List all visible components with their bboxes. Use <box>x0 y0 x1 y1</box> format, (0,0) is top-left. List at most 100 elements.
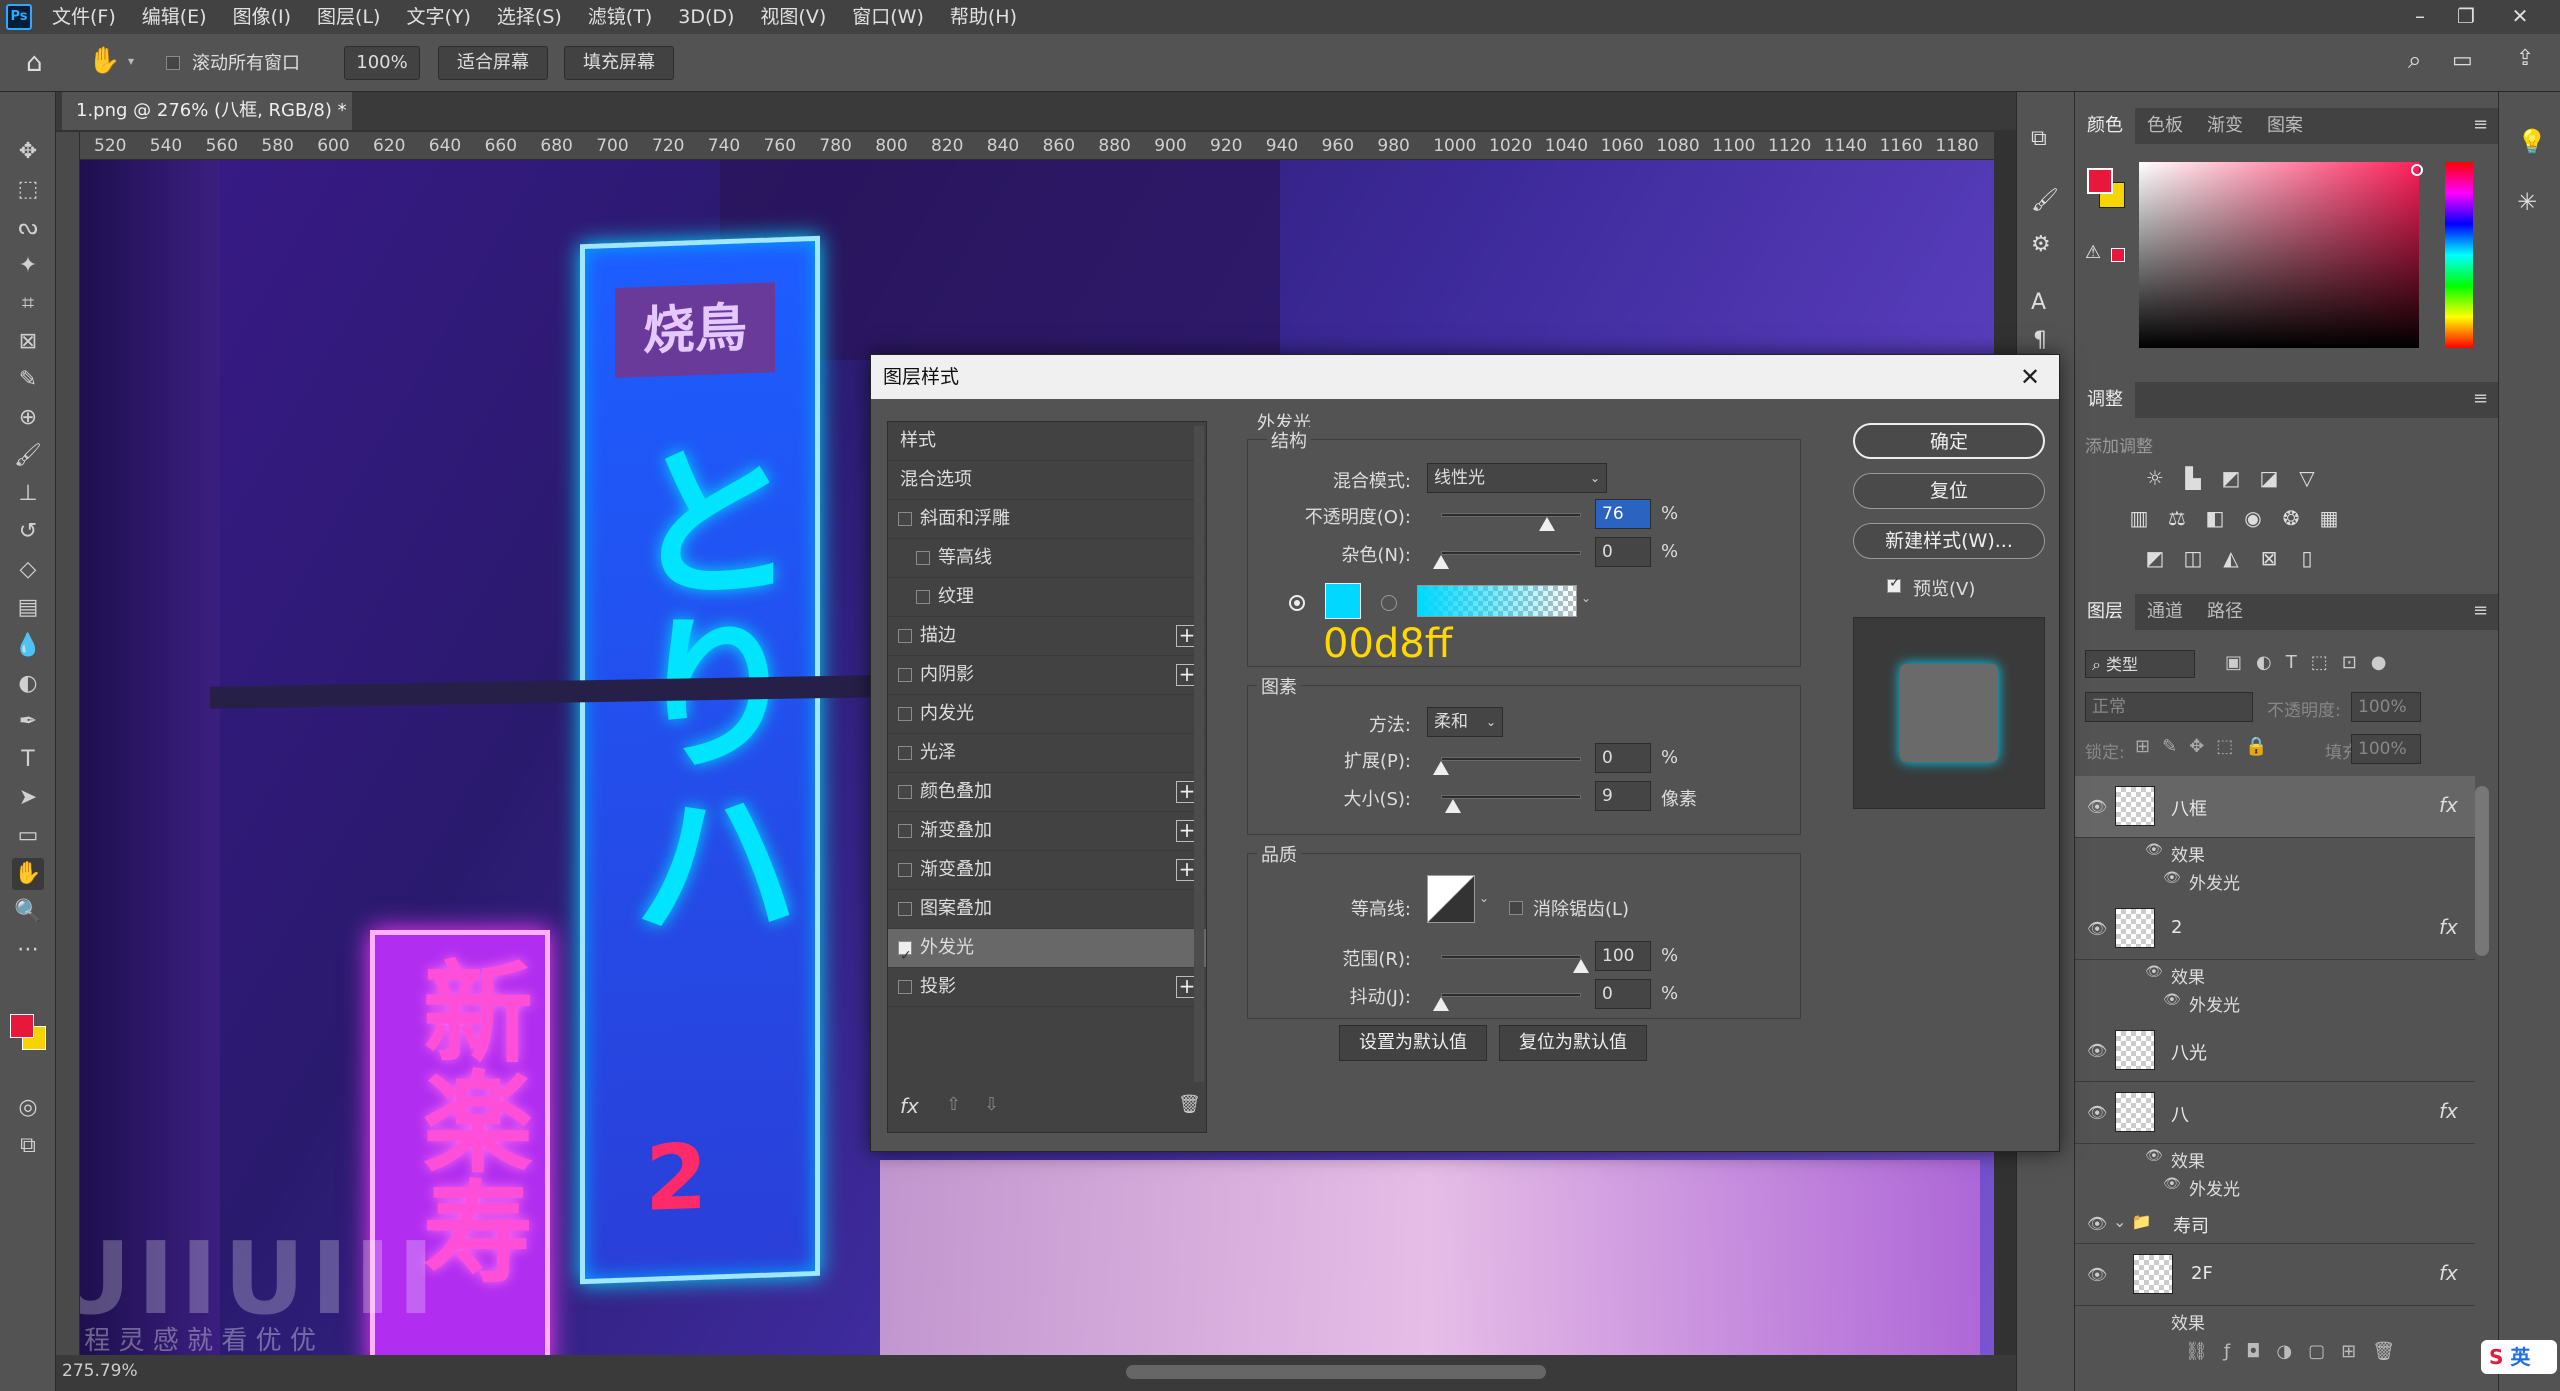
panel-tab[interactable]: 渐变 <box>2195 108 2255 144</box>
range-slider[interactable] <box>1441 955 1581 959</box>
range-slider-knob[interactable] <box>1573 959 1589 973</box>
style-item-checkbox[interactable] <box>916 590 930 604</box>
style-item[interactable]: 颜色叠加 + <box>888 773 1206 812</box>
layer-fill-field[interactable]: 100% <box>2351 734 2421 764</box>
crop-tool-icon[interactable]: ⌗ <box>12 288 44 320</box>
minimize-button[interactable]: – <box>2400 0 2440 34</box>
style-item[interactable]: 渐变叠加 + <box>888 812 1206 851</box>
menu-item[interactable]: 视图(V) <box>760 0 826 34</box>
layer-row[interactable]: 👁 八框 fx <box>2075 776 2475 838</box>
gamut-color-swatch[interactable] <box>2111 248 2125 262</box>
layer-row[interactable]: 👁 ⌄ 📁 寿司 <box>2075 1204 2475 1244</box>
range-field[interactable]: 100 <box>1595 941 1651 971</box>
effect-eye-icon[interactable]: 👁 <box>2145 1148 2163 1164</box>
panel-tab[interactable]: 颜色 <box>2075 108 2135 144</box>
layers-scrollbar[interactable] <box>2475 786 2489 956</box>
marquee-tool-icon[interactable]: ⬚ <box>12 174 44 206</box>
libraries-icon[interactable]: ✳ <box>2517 188 2537 216</box>
style-item-checkbox[interactable] <box>898 512 912 526</box>
noise-slider-knob[interactable] <box>1433 555 1449 569</box>
search-icon[interactable]: ⌕ <box>2408 46 2421 74</box>
invert-icon[interactable]: ◩ <box>2141 546 2169 570</box>
preview-checkbox[interactable]: ✓ <box>1887 575 1901 598</box>
blur-tool-icon[interactable]: 💧 <box>12 630 44 662</box>
foreground-color-swatch[interactable] <box>10 1014 34 1038</box>
brush-tool-icon[interactable]: 🖌 <box>12 440 44 472</box>
learn-icon[interactable]: 💡 <box>2517 128 2547 156</box>
color-balance-icon[interactable]: ⚖ <box>2163 506 2191 530</box>
path-select-tool-icon[interactable]: ➤ <box>12 782 44 814</box>
style-item-checkbox[interactable] <box>898 629 912 643</box>
chevron-down-icon[interactable]: ⌄ <box>1581 591 1591 605</box>
style-item-checkbox[interactable] <box>898 746 912 760</box>
history-brush-icon[interactable]: ↺ <box>12 516 44 548</box>
style-item-checkbox[interactable] <box>916 551 930 565</box>
gradient-tool-icon[interactable]: ▤ <box>12 592 44 624</box>
hue-slider[interactable] <box>2445 162 2473 348</box>
noise-field[interactable]: 0 <box>1595 537 1651 567</box>
method-select[interactable]: 柔和 ⌄ <box>1427 707 1503 737</box>
set-default-button[interactable]: 设置为默认值 <box>1339 1025 1487 1061</box>
eyedropper-tool-icon[interactable]: ✎ <box>12 364 44 396</box>
hand-tool-icon[interactable]: ✋ <box>88 46 120 76</box>
visibility-eye-icon[interactable]: 👁 <box>2087 1103 2111 1122</box>
style-item-checkbox[interactable] <box>898 824 912 838</box>
brush-settings-icon[interactable]: 🖌 <box>2031 188 2059 213</box>
fill-screen-button[interactable]: 填充屏幕 <box>564 46 674 80</box>
pen-tool-icon[interactable]: ✒ <box>12 706 44 738</box>
glow-color-swatch[interactable] <box>1325 583 1361 619</box>
style-item[interactable]: 斜面和浮雕 <box>888 500 1206 539</box>
style-item-checkbox[interactable] <box>898 668 912 682</box>
menu-item[interactable]: 图层(L) <box>317 0 380 34</box>
styles-header[interactable]: 样式 <box>888 422 1206 461</box>
properties-icon[interactable]: ⚙ <box>2031 232 2051 257</box>
curves-icon[interactable]: ◩ <box>2217 466 2245 490</box>
style-item[interactable]: 投影 + <box>888 968 1206 1007</box>
menu-item[interactable]: 帮助(H) <box>950 0 1017 34</box>
dialog-close-button[interactable]: ✕ <box>2015 355 2045 399</box>
layer-fx-icon[interactable]: fx <box>2439 915 2458 939</box>
style-item[interactable]: 图案叠加 <box>888 890 1206 929</box>
visibility-eye-icon[interactable]: 👁 <box>2087 919 2111 938</box>
style-item-checkbox[interactable] <box>898 785 912 799</box>
screen-mode-icon[interactable]: ⧉ <box>12 1130 44 1162</box>
vibrance-icon[interactable]: ▽ <box>2293 466 2321 490</box>
layer-kind-filter[interactable]: ⌕ 类型 <box>2085 650 2195 678</box>
style-item[interactable]: 内发光 <box>888 695 1206 734</box>
channel-mixer-icon[interactable]: ❂ <box>2277 506 2305 530</box>
glow-gradient-picker[interactable] <box>1417 585 1577 617</box>
menu-item[interactable]: 文字(Y) <box>406 0 470 34</box>
hand-tool-active-icon[interactable]: ✋ <box>12 858 44 890</box>
posterize-icon[interactable]: ◫ <box>2179 546 2207 570</box>
effect-eye-icon[interactable]: 👁 <box>2163 1176 2181 1192</box>
effect-eye-icon[interactable]: 👁 <box>2145 842 2163 858</box>
ok-button[interactable]: 确定 <box>1853 423 2045 459</box>
menu-item[interactable]: 3D(D) <box>678 0 734 34</box>
menu-item[interactable]: 文件(F) <box>52 0 116 34</box>
layer-filter-icons[interactable]: ▣◐T⬚⊡● <box>2225 652 2401 673</box>
blend-mode-select[interactable]: 线性光 ⌄ <box>1427 463 1607 493</box>
brightness-icon[interactable]: ☼ <box>2141 466 2169 490</box>
color-picker-field[interactable] <box>2139 162 2419 348</box>
style-item-checkbox[interactable] <box>898 980 912 994</box>
style-item[interactable]: 等高线 <box>888 539 1206 578</box>
move-up-icon[interactable]: ⇧ <box>946 1094 961 1115</box>
selective-color-icon[interactable]: ⊠ <box>2255 546 2283 570</box>
effect-eye-icon[interactable]: 👁 <box>2163 992 2181 1008</box>
effect-eye-icon[interactable]: 👁 <box>2163 870 2181 886</box>
layer-blend-mode[interactable]: 正常 <box>2085 692 2253 722</box>
panel-menu-icon[interactable]: ≡ <box>2473 114 2488 135</box>
layer-effect-row[interactable]: 效果 <box>2075 1306 2475 1334</box>
eraser-tool-icon[interactable]: ◇ <box>12 554 44 586</box>
chevron-down-icon[interactable]: ⌄ <box>1479 891 1489 905</box>
jitter-slider[interactable] <box>1441 993 1581 997</box>
frame-tool-icon[interactable]: ⊠ <box>12 326 44 358</box>
dodge-tool-icon[interactable]: ◐ <box>12 668 44 700</box>
bw-icon[interactable]: ◧ <box>2201 506 2229 530</box>
restore-button[interactable]: ❐ <box>2446 0 2486 34</box>
layer-effect-row[interactable]: 👁 效果 <box>2075 960 2475 988</box>
effect-eye-icon[interactable]: 👁 <box>2145 964 2163 980</box>
photo-filter-icon[interactable]: ◉ <box>2239 506 2267 530</box>
fit-screen-button[interactable]: 适合屏幕 <box>438 46 548 80</box>
spread-field[interactable]: 0 <box>1595 743 1651 773</box>
